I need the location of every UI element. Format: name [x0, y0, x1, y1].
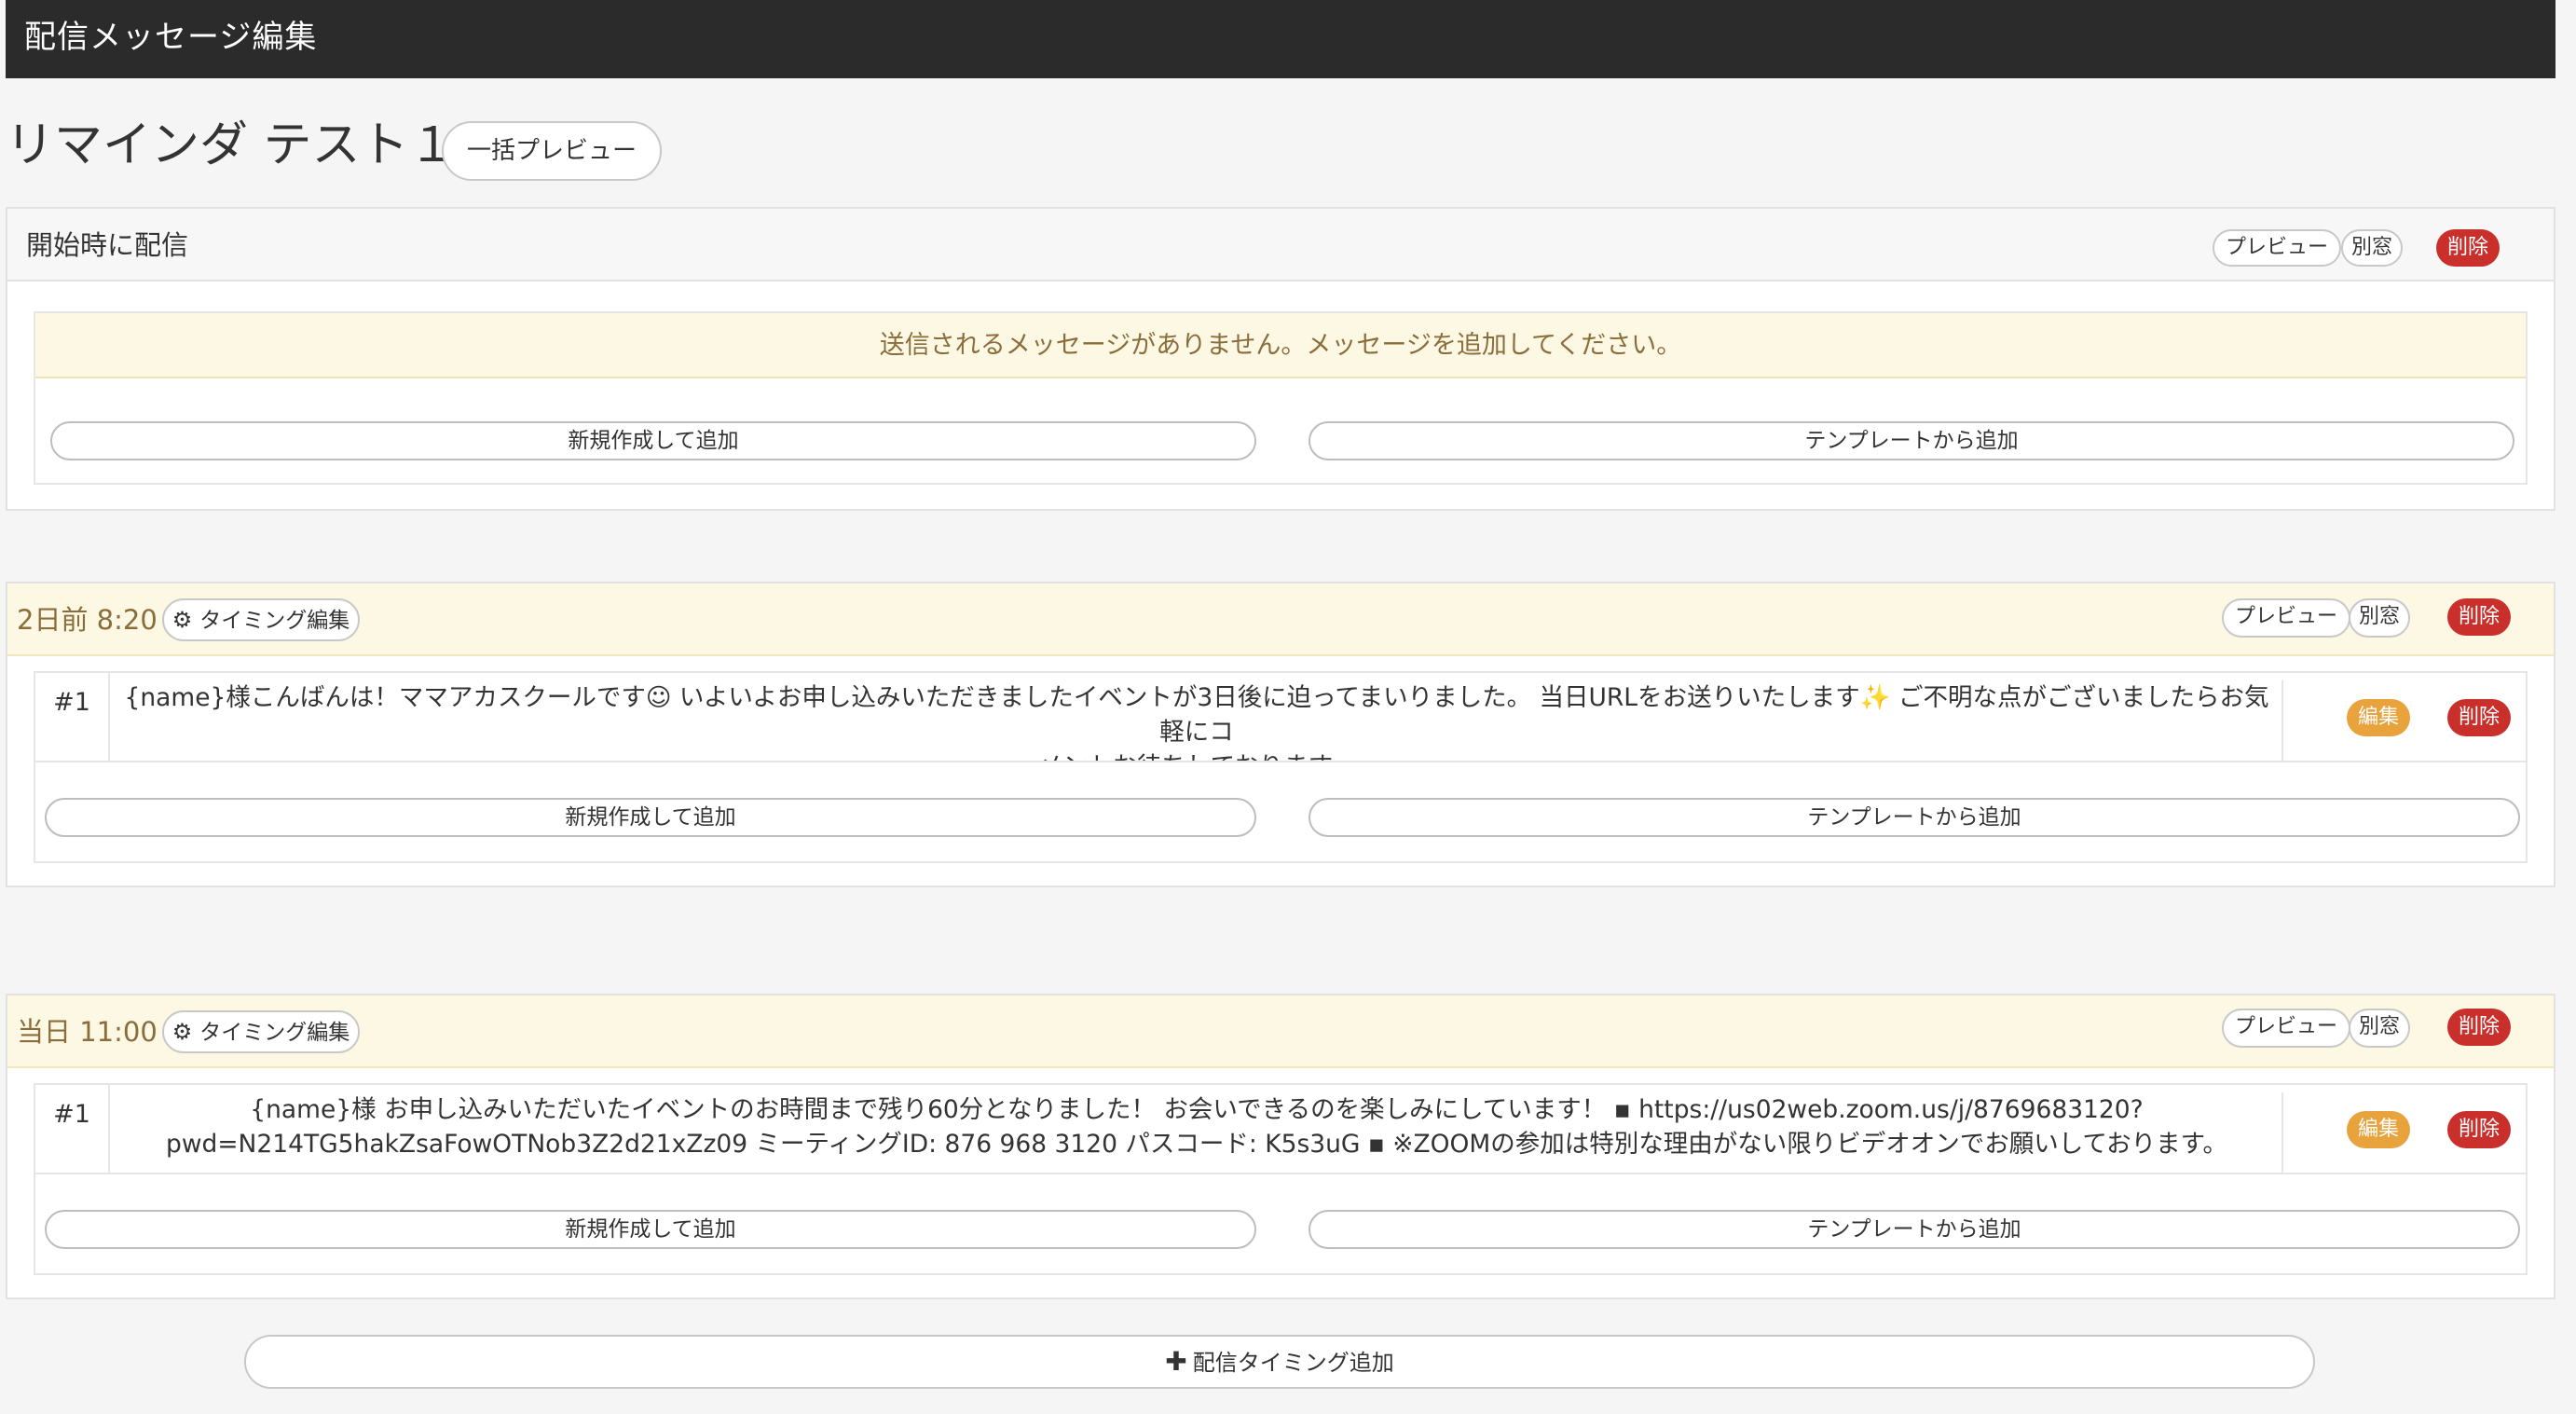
- message-row: #1 {name}様こんばんは！ママアカスクールです☺ いよいよお申し込みいただ…: [35, 673, 2526, 762]
- preview-button[interactable]: プレビュー: [2213, 229, 2341, 267]
- delivery-section-day-of: 当日 11:00 ⚙ タイミング編集 プレビュー 別窓 削除 #1 {name}様…: [6, 994, 2555, 1299]
- empty-notice: 送信されるメッセージがありません。メッセージを追加してください。: [35, 313, 2526, 378]
- plus-icon: ✚: [1165, 1346, 1187, 1377]
- edit-message-button[interactable]: 編集: [2347, 1111, 2410, 1148]
- message-line: {name}様こんばんは！ママアカスクールです☺ いよいよお申し込みいただきまし…: [124, 683, 2269, 747]
- timing-edit-button[interactable]: ⚙ タイミング編集: [162, 598, 360, 641]
- message-row: #1 {name}様 お申し込みいただいたイベントのお時間まで残り60分となりま…: [35, 1085, 2526, 1174]
- timing-edit-button[interactable]: ⚙ タイミング編集: [162, 1010, 360, 1053]
- bulk-preview-button[interactable]: 一括プレビュー: [442, 121, 662, 181]
- message-line: {name}様 お申し込みいただいたイベントのお時間まで残り60分となりました！…: [250, 1095, 2144, 1124]
- section-title: 開始時に配信: [26, 229, 189, 261]
- window-title: 配信メッセージ編集: [24, 19, 318, 56]
- message-text: {name}様 お申し込みいただいたイベントのお時間まで残り60分となりました！…: [112, 1092, 2283, 1173]
- section-title: 当日 11:00: [17, 1016, 158, 1048]
- message-line: メントお待ちしております。: [117, 749, 2276, 761]
- delete-section-button[interactable]: 削除: [2436, 229, 2500, 267]
- preview-button[interactable]: プレビュー: [2222, 598, 2350, 638]
- message-list: 送信されるメッセージがありません。メッセージを追加してください。 新規作成して追…: [34, 311, 2528, 485]
- delete-section-button[interactable]: 削除: [2447, 598, 2511, 636]
- delivery-section-start: 開始時に配信 プレビュー 別窓 削除 送信されるメッセージがありません。メッセー…: [6, 207, 2555, 511]
- message-list: #1 {name}様 お申し込みいただいたイベントのお時間まで残り60分となりま…: [34, 1083, 2528, 1275]
- gear-icon: ⚙: [171, 1019, 193, 1045]
- section-title: 2日前 8:20: [17, 604, 158, 636]
- delete-message-button[interactable]: 削除: [2447, 699, 2511, 736]
- delivery-section-2days: 2日前 8:20 ⚙ タイミング編集 プレビュー 別窓 削除 #1 {name}様…: [6, 582, 2555, 887]
- edit-message-button[interactable]: 編集: [2347, 699, 2410, 736]
- add-timing-button[interactable]: ✚ 配信タイミング追加: [244, 1335, 2315, 1389]
- section-header: 開始時に配信 プレビュー 別窓 削除: [7, 209, 2554, 281]
- app-header: 配信メッセージ編集: [6, 0, 2555, 78]
- section-header: 当日 11:00 ⚙ タイミング編集 プレビュー 別窓 削除: [7, 995, 2554, 1068]
- add-new-message-button[interactable]: 新規作成して追加: [50, 421, 1256, 460]
- timing-edit-label: タイミング編集: [199, 609, 350, 633]
- timing-edit-label: タイミング編集: [199, 1021, 350, 1045]
- new-window-button[interactable]: 別窓: [2349, 1009, 2410, 1048]
- add-new-message-button[interactable]: 新規作成して追加: [45, 798, 1256, 837]
- gear-icon: ⚙: [171, 607, 193, 633]
- delete-message-button[interactable]: 削除: [2447, 1111, 2511, 1148]
- message-number: #1: [35, 1085, 110, 1173]
- new-window-button[interactable]: 別窓: [2349, 598, 2410, 638]
- new-window-button[interactable]: 別窓: [2341, 229, 2403, 267]
- message-text: {name}様こんばんは！ママアカスクールです☺ いよいよお申し込みいただきまし…: [112, 680, 2283, 761]
- preview-button[interactable]: プレビュー: [2222, 1009, 2350, 1048]
- add-from-template-button[interactable]: テンプレートから追加: [1309, 421, 2514, 460]
- message-list: #1 {name}様こんばんは！ママアカスクールです☺ いよいよお申し込みいただ…: [34, 671, 2528, 863]
- page-title: リマインダ テスト１: [6, 117, 458, 173]
- section-header: 2日前 8:20 ⚙ タイミング編集 プレビュー 別窓 削除: [7, 583, 2554, 656]
- add-new-message-button[interactable]: 新規作成して追加: [45, 1210, 1256, 1249]
- add-from-template-button[interactable]: テンプレートから追加: [1309, 798, 2520, 837]
- add-from-template-button[interactable]: テンプレートから追加: [1309, 1210, 2520, 1249]
- message-line: pwd=N214TG5hakZsaFowOTNob3Z2d21xZz09 ミーテ…: [166, 1130, 2227, 1159]
- add-timing-label: 配信タイミング追加: [1192, 1350, 1394, 1376]
- delete-section-button[interactable]: 削除: [2447, 1009, 2511, 1046]
- message-number: #1: [35, 673, 110, 761]
